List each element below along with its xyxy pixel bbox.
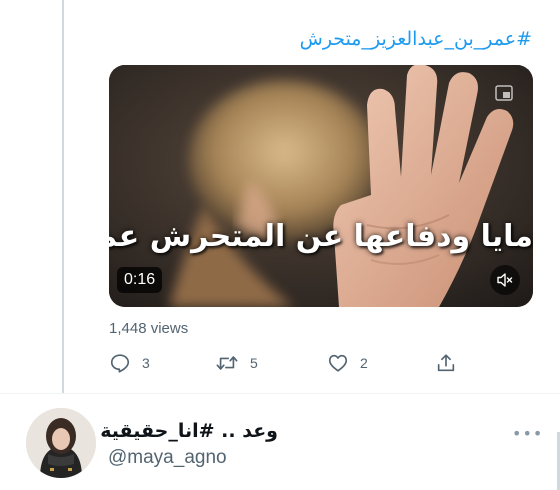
video-duration: 0:16 (117, 267, 163, 293)
view-count: 1,448 views (109, 320, 189, 337)
reply-icon (110, 354, 130, 373)
muted-speaker-icon (497, 273, 513, 287)
more-options-icon[interactable]: ••• (512, 424, 543, 443)
video-overlay-title: مايا ودفاعها عن المتحرش عمر (109, 219, 533, 254)
retweet-count: 5 (250, 355, 258, 371)
display-name[interactable]: وعد .. #انا_حقيقية (100, 420, 278, 442)
like-button[interactable]: 2 (327, 352, 368, 374)
tweet-divider (0, 393, 560, 394)
thread-line (62, 0, 64, 393)
user-handle[interactable]: @maya_agno (108, 447, 227, 469)
picture-in-picture-icon[interactable] (493, 82, 515, 104)
video-thumbnail (109, 65, 533, 307)
mute-button[interactable] (490, 265, 520, 295)
heart-icon (328, 354, 348, 372)
video-player[interactable]: مايا ودفاعها عن المتحرش عمر (109, 65, 533, 307)
retweet-button[interactable]: 5 (215, 352, 258, 374)
reply-button[interactable]: 3 (109, 352, 150, 374)
like-count: 2 (360, 355, 368, 371)
share-button[interactable] (435, 352, 457, 374)
reply-count: 3 (142, 355, 150, 371)
retweet-icon (216, 356, 238, 370)
hashtag-link[interactable]: #عمر_بن_عبدالعزيز_متحرش (300, 28, 532, 50)
avatar[interactable] (26, 408, 96, 478)
share-icon (437, 354, 455, 372)
